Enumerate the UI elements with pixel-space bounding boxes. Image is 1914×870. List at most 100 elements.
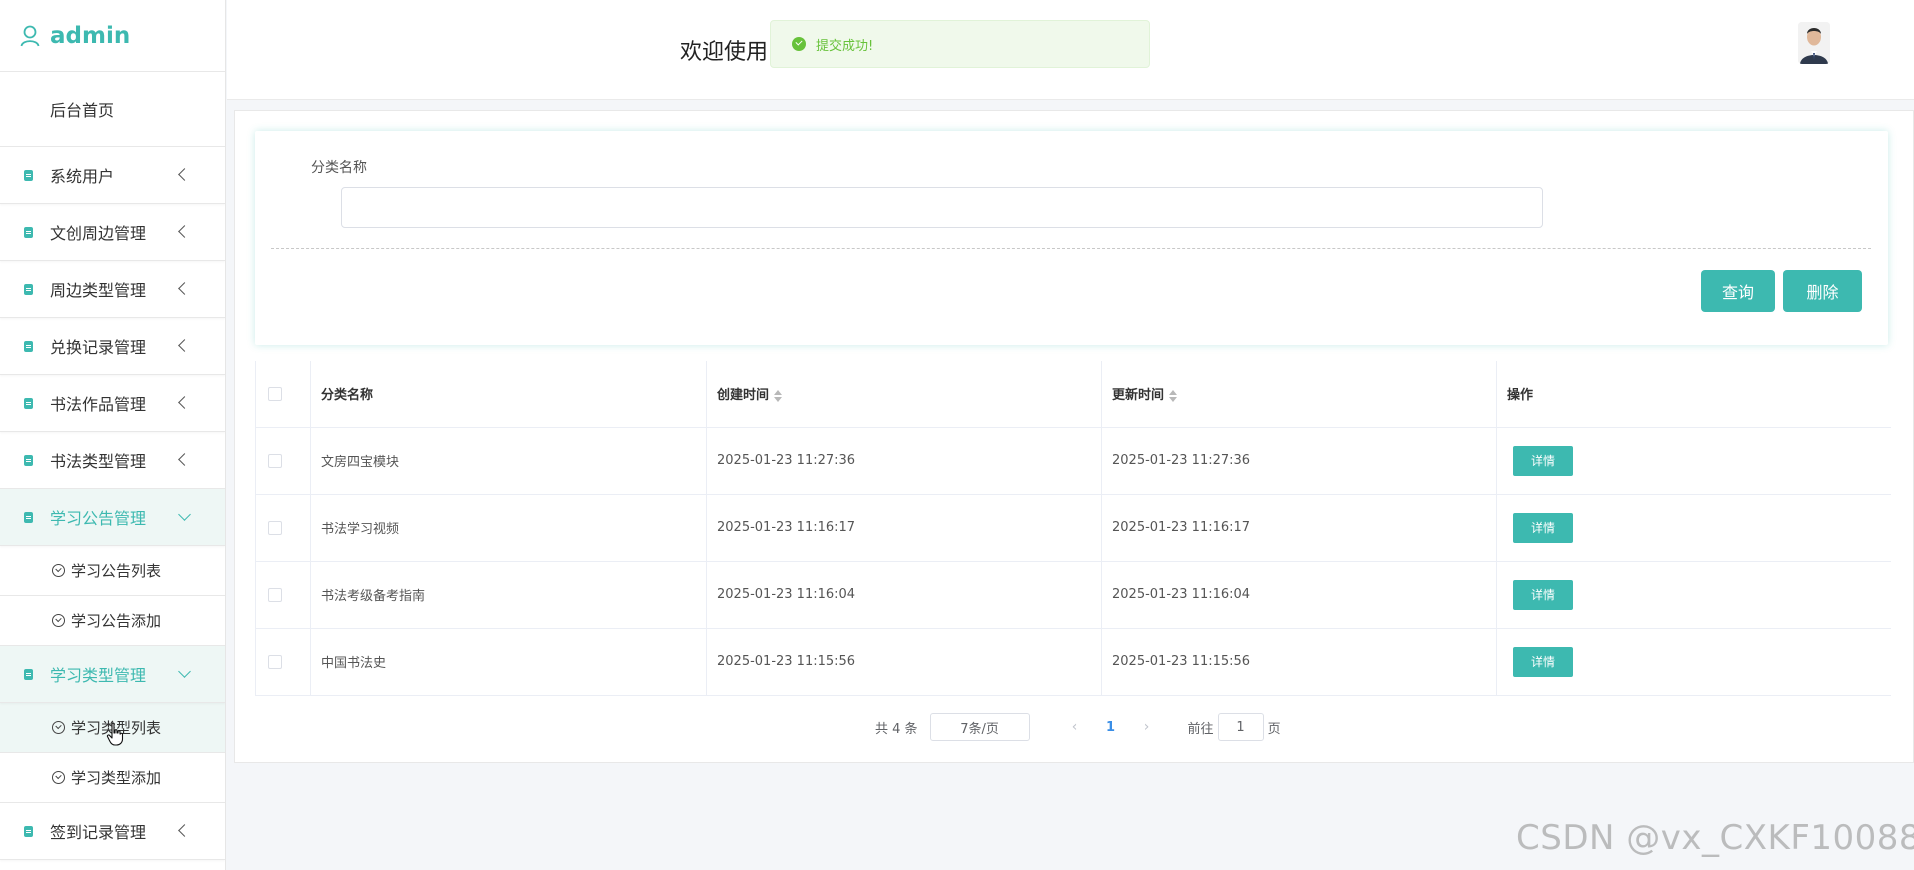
- column-header-label: 创建时间: [717, 388, 770, 404]
- watermark: CSDN @vx_CXKF10088: [1516, 818, 1914, 858]
- chevron-left-icon: [178, 824, 191, 837]
- chevron-left-icon: [178, 282, 191, 295]
- table-row: 书法考级备考指南 2025-01-23 11:16:04 2025-01-23 …: [255, 561, 1891, 629]
- row-select-cell: [255, 427, 311, 495]
- table-row: 中国书法史 2025-01-23 11:15:56 2025-01-23 11:…: [255, 628, 1891, 696]
- page-number-current[interactable]: 1: [1094, 713, 1128, 741]
- table-header-row: 分类名称 创建时间 更新时间 操作: [255, 361, 1891, 428]
- sidebar-item-home[interactable]: 后台首页: [0, 72, 225, 147]
- detail-button[interactable]: 详情: [1513, 445, 1573, 476]
- document-icon: [24, 454, 33, 466]
- toast-message: 提交成功!: [816, 38, 874, 54]
- detail-button[interactable]: 详情: [1513, 512, 1573, 543]
- goto-page-input[interactable]: [1217, 713, 1264, 741]
- sort-icon[interactable]: [774, 389, 783, 403]
- hand-cursor-icon: [106, 722, 124, 746]
- search-panel: 分类名称 查询 删除: [255, 131, 1888, 345]
- row-select-cell: [255, 628, 311, 696]
- avatar[interactable]: [1798, 22, 1830, 64]
- chevron-down-icon: [178, 508, 191, 521]
- sidebar-subitem-label: 学习公告列表: [71, 562, 162, 580]
- sidebar-item-label: 学习类型管理: [50, 666, 147, 685]
- column-header-updated[interactable]: 更新时间: [1101, 361, 1497, 428]
- cell-created: 2025-01-23 11:16:04: [706, 561, 1102, 629]
- row-checkbox[interactable]: [268, 453, 282, 468]
- sidebar-subitem-label: 学习类型添加: [71, 769, 162, 787]
- row-checkbox[interactable]: [268, 520, 282, 535]
- sidebar-item-calligraphy-works[interactable]: 书法作品管理: [0, 375, 225, 432]
- sidebar-item-calligraphy-types[interactable]: 书法类型管理: [0, 432, 225, 489]
- sidebar-subitem-type-add[interactable]: 学习类型添加: [0, 753, 225, 803]
- sidebar-item-checkin-records[interactable]: 签到记录管理: [0, 803, 225, 860]
- category-name-label: 分类名称: [311, 160, 367, 176]
- row-checkbox[interactable]: [268, 587, 282, 602]
- main-content: 分类名称 查询 删除 分类名称 创建时间 更新时间 操作 文房四宝模块 2025…: [234, 110, 1914, 763]
- success-toast: 提交成功!: [770, 20, 1150, 68]
- row-select-cell: [255, 494, 311, 562]
- query-button[interactable]: 查询: [1701, 270, 1775, 312]
- sidebar-subitem-label: 学习公告添加: [71, 612, 162, 630]
- sidebar-item-merchandise[interactable]: 文创周边管理: [0, 204, 225, 261]
- chevron-left-icon: [178, 339, 191, 352]
- delete-button[interactable]: 删除: [1783, 270, 1862, 312]
- sidebar-item-label: 学习公告管理: [50, 509, 147, 528]
- sidebar-subitem-notice-add[interactable]: 学习公告添加: [0, 596, 225, 646]
- goto-label: 前往: [1187, 721, 1214, 737]
- sidebar-item-label: 签到记录管理: [50, 823, 147, 842]
- chevron-left-icon: [178, 453, 191, 466]
- column-header-name: 分类名称: [310, 361, 707, 428]
- cell-created: 2025-01-23 11:27:36: [706, 427, 1102, 495]
- document-icon: [24, 397, 33, 409]
- sidebar-item-study-types[interactable]: 学习类型管理: [0, 646, 225, 703]
- column-header-label: 更新时间: [1112, 388, 1165, 404]
- sidebar-item-study-notices[interactable]: 学习公告管理: [0, 489, 225, 546]
- cell-actions: 详情: [1496, 628, 1891, 696]
- cell-name: 中国书法史: [310, 628, 707, 696]
- select-all-checkbox[interactable]: [268, 386, 282, 401]
- cell-actions: 详情: [1496, 494, 1891, 562]
- cell-name: 文房四宝模块: [310, 427, 707, 495]
- cell-updated: 2025-01-23 11:16:17: [1101, 494, 1497, 562]
- document-icon: [24, 169, 33, 181]
- sidebar-item-merch-types[interactable]: 周边类型管理: [0, 261, 225, 318]
- category-name-input[interactable]: [341, 187, 1543, 228]
- chevron-down-icon: [178, 665, 191, 678]
- next-page-icon[interactable]: ›: [1128, 713, 1166, 741]
- sidebar-item-exchange-records[interactable]: 兑换记录管理: [0, 318, 225, 375]
- document-icon: [24, 340, 33, 352]
- sidebar-item-label: 书法类型管理: [50, 452, 147, 471]
- document-icon: [24, 226, 33, 238]
- document-icon: [24, 668, 33, 680]
- table-row: 书法学习视频 2025-01-23 11:16:17 2025-01-23 11…: [255, 494, 1891, 562]
- document-icon: [24, 511, 33, 523]
- chevron-left-icon: [178, 225, 191, 238]
- sidebar-item-system-users[interactable]: 系统用户: [0, 147, 225, 204]
- detail-button[interactable]: 详情: [1513, 579, 1573, 610]
- divider: [271, 248, 1871, 249]
- sidebar-item-label: 周边类型管理: [50, 281, 147, 300]
- pagination: 共 4 条 7条/页 ‹ 1 › 前往 页: [875, 713, 1281, 741]
- brand-username: admin: [50, 22, 131, 49]
- sidebar-item-label: 系统用户: [50, 167, 115, 186]
- select-all-cell: [255, 361, 311, 428]
- sidebar-subitem-notice-list[interactable]: 学习公告列表: [0, 546, 225, 596]
- sidebar-item-label: 文创周边管理: [50, 224, 147, 243]
- column-header-created[interactable]: 创建时间: [706, 361, 1102, 428]
- cell-actions: 详情: [1496, 427, 1891, 495]
- success-check-icon: [792, 37, 806, 51]
- detail-button[interactable]: 详情: [1513, 646, 1573, 677]
- page-size-select[interactable]: 7条/页: [929, 713, 1030, 741]
- table-row: 文房四宝模块 2025-01-23 11:27:36 2025-01-23 11…: [255, 427, 1891, 495]
- cell-name: 书法学习视频: [310, 494, 707, 562]
- check-circle-icon: [52, 614, 65, 627]
- row-checkbox[interactable]: [268, 654, 282, 669]
- avatar-image: [1798, 22, 1830, 64]
- cell-updated: 2025-01-23 11:16:04: [1101, 561, 1497, 629]
- prev-page-icon[interactable]: ‹: [1056, 713, 1094, 741]
- chevron-left-icon: [178, 168, 191, 181]
- document-icon: [24, 283, 33, 295]
- sort-icon[interactable]: [1169, 389, 1178, 403]
- check-circle-icon: [52, 564, 65, 577]
- sidebar-item-label: 书法作品管理: [50, 395, 147, 414]
- pagination-total: 共 4 条: [875, 721, 918, 737]
